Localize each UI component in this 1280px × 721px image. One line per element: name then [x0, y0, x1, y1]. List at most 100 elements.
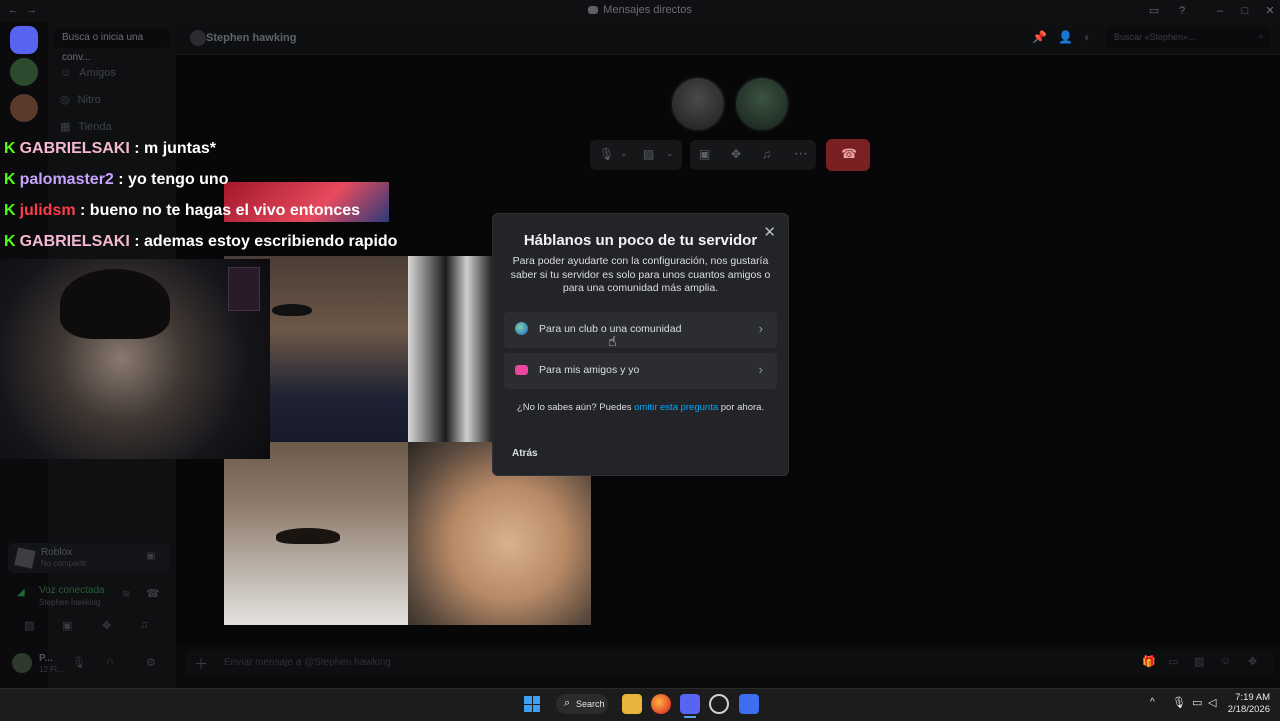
audio-video-controls: 🎙 ⌄ ▨ ⌄ — [590, 140, 682, 170]
kick-badge-icon: K — [4, 202, 16, 219]
participant-video-tile[interactable] — [224, 442, 408, 625]
dm-avatar — [190, 30, 206, 46]
chevron-down-icon[interactable]: ⌄ — [666, 148, 674, 159]
streamer-webcam — [0, 259, 270, 459]
headphones-icon[interactable]: ∩ — [106, 656, 114, 668]
settings-gear-icon[interactable]: ⚙ — [146, 656, 156, 669]
microphone-icon[interactable]: 🎙 — [1172, 696, 1186, 709]
chat-message: bueno no te hagas el vivo entonces — [89, 202, 361, 219]
apps-icon[interactable]: ✥ — [1248, 655, 1257, 668]
chevron-down-icon[interactable]: ⌄ — [620, 148, 628, 159]
chat-message: m juntas* — [144, 140, 217, 157]
roblox-app-icon[interactable] — [739, 694, 759, 714]
avatar[interactable] — [12, 653, 32, 673]
system-clock[interactable]: 7:19 AM 2/18/2026 — [1228, 692, 1270, 716]
participant-avatar[interactable] — [670, 76, 726, 132]
sticker-icon[interactable]: ▧ — [1194, 655, 1204, 668]
search-icon: ⌕ — [1258, 31, 1264, 42]
profile-icon[interactable]: ◐ — [1084, 30, 1091, 44]
dm-header: Stephen hawking 📌 👤 ◐ Buscar «Stephen»..… — [176, 22, 1280, 55]
header-search-input[interactable]: Buscar «Stephen»... ⌕ — [1106, 28, 1270, 48]
emoji-icon[interactable]: ☺ — [1220, 655, 1231, 667]
option-label: Para mis amigos y yo — [539, 364, 640, 376]
dm-search-input[interactable]: Busca o inicia una conv... — [54, 28, 170, 63]
message-composer: ＋ Enviar mensaje a @Stephen hawking 🎁 ▭ … — [186, 650, 1274, 676]
start-button[interactable] — [524, 696, 540, 712]
server-purpose-modal: ✕ Háblanos un poco de tu servidor Para p… — [492, 213, 789, 476]
windows-logo-icon — [524, 696, 532, 704]
voice-connection-panel: ◢ Voz conectada Stephen hawking ≋ ☎ ▨ ▣ … — [8, 583, 170, 639]
sidebar-item-nitro[interactable]: ◎ Nitro — [60, 93, 101, 106]
hair-region — [60, 269, 170, 339]
maximize-button[interactable]: □ — [1231, 2, 1259, 20]
sidebar-item-friends[interactable]: ☺ Amigos — [60, 67, 116, 79]
disconnect-icon[interactable]: ☎ — [146, 587, 160, 600]
participant-avatar[interactable] — [734, 76, 790, 132]
kick-badge-icon: K — [4, 171, 16, 188]
pin-icon[interactable]: 📌 — [1032, 30, 1047, 44]
activities-icon[interactable]: ✥ — [102, 619, 111, 632]
help-icon[interactable]: ? — [1168, 2, 1196, 20]
modal-title: Háblanos un poco de tu servidor — [523, 232, 758, 249]
close-window-button[interactable]: ✕ — [1256, 2, 1280, 20]
gift-icon[interactable]: 🎁 — [1142, 655, 1156, 668]
option-club-community[interactable]: Para un club o una comunidad › — [504, 312, 777, 348]
active-app-indicator — [684, 716, 696, 718]
end-call-button[interactable]: ☎ — [826, 139, 870, 171]
firefox-icon[interactable] — [651, 694, 671, 714]
poster — [228, 267, 260, 311]
taskbar-search[interactable]: ⌕ Search — [556, 694, 608, 714]
skip-question-link[interactable]: omitir esta pregunta — [634, 402, 718, 413]
volume-icon[interactable]: ◁ — [1208, 696, 1216, 709]
network-icon[interactable]: ▭ — [1192, 696, 1202, 709]
screen-share-icon[interactable]: ▣ — [62, 619, 72, 632]
screen-share-icon[interactable]: ▣ — [699, 147, 710, 161]
microphone-icon[interactable]: 🎙 — [72, 656, 86, 669]
inbox-icon[interactable]: ▭ — [1140, 2, 1168, 20]
discord-taskbar-icon[interactable] — [680, 694, 700, 714]
message-input[interactable]: Enviar mensaje a @Stephen hawking — [224, 657, 391, 668]
participant-video-tile[interactable] — [408, 256, 492, 442]
friends-icon: ☺ — [60, 67, 72, 79]
stream-icon[interactable]: ▣ — [146, 551, 155, 562]
add-attachment-icon[interactable]: ＋ — [194, 654, 208, 674]
discord-logo-icon — [588, 6, 599, 15]
username: P... — [39, 653, 53, 664]
chat-username: palomaster2 — [19, 171, 114, 188]
noise-suppression-icon[interactable]: ≋ — [122, 589, 130, 600]
clock-date: 2/18/2026 — [1227, 704, 1270, 715]
more-options-icon[interactable]: ⋯ — [794, 145, 808, 162]
server-icon[interactable] — [10, 94, 38, 122]
chevron-up-icon[interactable]: ^ — [1150, 697, 1155, 708]
minimize-button[interactable]: – — [1206, 2, 1234, 20]
sidebar-item-shop[interactable]: ▦ Tienda — [60, 120, 112, 133]
modal-description: Para poder ayudarte con la configuración… — [510, 255, 771, 294]
server-icon[interactable] — [10, 58, 38, 86]
signal-icon: ◢ — [17, 587, 25, 598]
file-explorer-icon[interactable] — [622, 694, 642, 714]
clock-time: 7:19 AM — [1235, 692, 1270, 703]
option-friends[interactable]: Para mis amigos y yo › — [504, 353, 777, 389]
dm-title[interactable]: Stephen hawking — [206, 32, 296, 44]
user-panel: P... 12 Fi... 🎙 ∩ ⚙ — [8, 648, 170, 680]
header-search-placeholder: Buscar «Stephen»... — [1114, 32, 1196, 42]
activities-icon[interactable]: ✥ — [731, 147, 741, 161]
chat-message: ademas estoy escribiendo rapido — [144, 233, 398, 250]
chat-line: K GABRIELSAKI : m juntas* — [4, 140, 217, 157]
hang-up-icon: ☎ — [841, 146, 858, 161]
shop-icon: ▦ — [60, 121, 71, 133]
add-friends-icon[interactable]: 👤 — [1058, 30, 1073, 44]
globe-icon — [515, 322, 528, 335]
obs-icon[interactable] — [709, 694, 729, 714]
window-title: Mensajes directos — [0, 4, 1280, 16]
chat-username: GABRIELSAKI — [19, 140, 130, 157]
window-titlebar: ← → Mensajes directos ▭ ? – □ ✕ — [0, 0, 1280, 22]
camera-off-icon[interactable]: ▨ — [643, 147, 654, 161]
soundboard-icon[interactable]: ♫ — [140, 619, 148, 631]
back-button[interactable]: Atrás — [512, 448, 538, 459]
soundboard-icon[interactable]: ♫ — [762, 147, 771, 161]
gif-icon[interactable]: ▭ — [1168, 655, 1178, 668]
camera-off-icon[interactable]: ▨ — [24, 619, 34, 632]
direct-messages-button[interactable] — [10, 26, 38, 54]
microphone-icon[interactable]: 🎙 — [599, 147, 614, 161]
